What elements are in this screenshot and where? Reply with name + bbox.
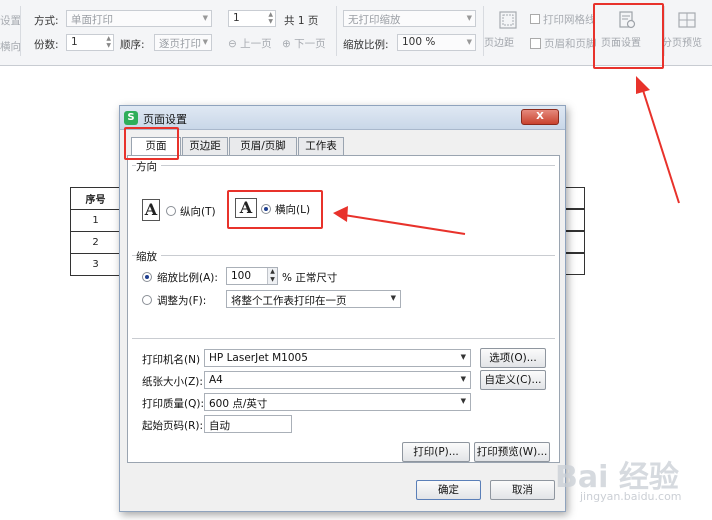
screen: 设置 横向 方式: 单面打印 ▼ 份数: 1 ▲ ▼ 顺序: 逐页打印 ▼ 1 ▲… [0,0,712,520]
annotation-arrow-line [640,83,680,204]
annotation-arrow-head [636,76,650,94]
watermark-url: jingyan.baidu.com [580,490,682,503]
annotation-arrows [333,76,680,235]
annotation-arrow-head [333,206,348,222]
annotation-arrow-line [343,214,466,235]
